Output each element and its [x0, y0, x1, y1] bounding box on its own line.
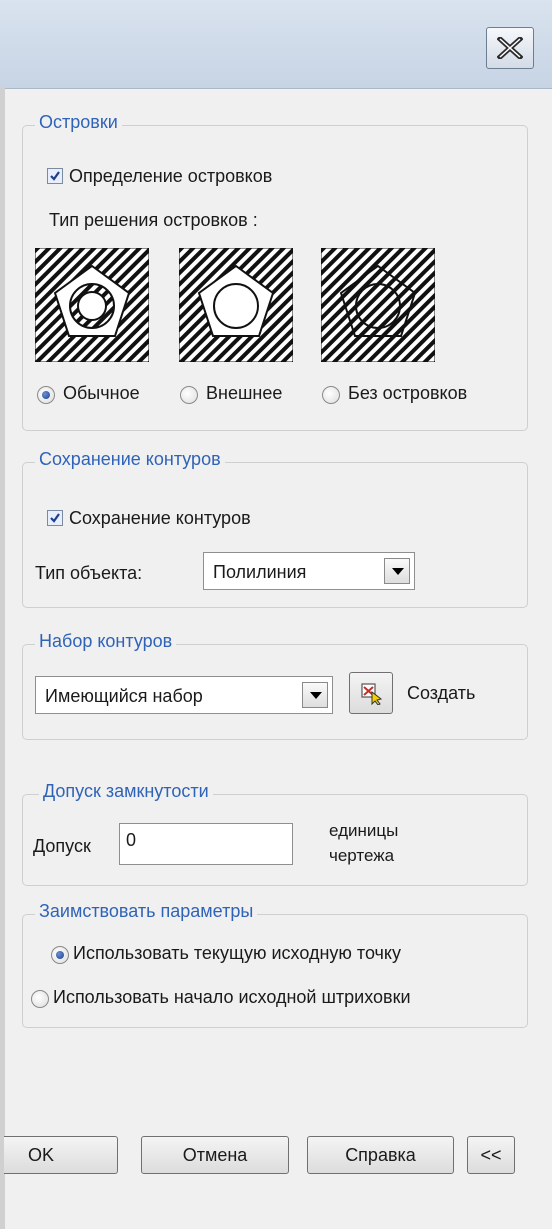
retain-boundaries-checkbox[interactable]: Сохранение контуров — [47, 508, 327, 530]
use-source-hatch-origin-radio[interactable]: Использовать начало исходной штриховки — [31, 987, 527, 1011]
use-current-origin-label: Использовать текущую исходную точку — [73, 943, 402, 963]
tolerance-input[interactable]: 0 — [119, 823, 293, 865]
collapse-label: << — [480, 1144, 502, 1165]
use-current-origin-radio[interactable]: Использовать текущую исходную точку — [51, 943, 521, 967]
gap-tolerance-group: Допуск замкнутости Допуск 0 единицы черт… — [22, 781, 528, 886]
object-type-value: Полилиния — [213, 562, 307, 582]
use-source-hatch-origin-label: Использовать начало исходной штриховки — [53, 987, 411, 1007]
checkmark-icon — [50, 513, 60, 523]
chevron-down-icon[interactable] — [384, 558, 410, 584]
collapse-button[interactable]: << — [467, 1136, 515, 1174]
boundary-set-group: Набор контуров Имеющийся набор Создать — [22, 631, 528, 740]
retain-boundaries-label: Сохранение контуров — [69, 508, 251, 528]
island-ignore-radio[interactable]: Без островков — [322, 383, 512, 407]
cancel-button[interactable]: Отмена — [141, 1136, 289, 1174]
tolerance-value: 0 — [126, 830, 137, 850]
island-detection-label: Определение островков — [69, 166, 273, 186]
help-button[interactable]: Справка — [307, 1136, 454, 1174]
select-objects-icon — [361, 683, 383, 705]
radio-dot — [56, 951, 64, 959]
island-outer-icon[interactable] — [179, 248, 293, 362]
island-detection-check[interactable] — [47, 168, 63, 184]
island-style-label: Тип решения островков : — [49, 210, 258, 230]
islands-legend: Островки — [35, 112, 122, 133]
islands-group: Островки Определение островков Тип решен… — [22, 112, 528, 431]
island-ignore-icon[interactable] — [321, 248, 435, 362]
island-ignore-label: Без островков — [348, 383, 468, 403]
island-normal-icon[interactable] — [35, 248, 149, 362]
ok-label: OK — [28, 1144, 55, 1165]
island-outer-radio[interactable]: Внешнее — [180, 383, 310, 407]
tolerance-units-line2: чертежа — [329, 846, 395, 865]
close-button[interactable] — [486, 27, 534, 69]
object-type-label: Тип объекта: — [35, 563, 143, 583]
chevron-down-icon[interactable] — [302, 682, 328, 708]
help-label: Справка — [345, 1144, 416, 1165]
radio-button[interactable] — [31, 990, 49, 1008]
gap-tolerance-legend: Допуск замкнутости — [39, 781, 213, 802]
new-boundary-set-label: Создать — [407, 683, 476, 703]
new-boundary-set-button[interactable] — [349, 672, 393, 714]
radio-dot — [42, 391, 50, 399]
object-type-select[interactable]: Полилиния — [203, 552, 415, 590]
boundary-set-value: Имеющийся набор — [45, 686, 203, 706]
retain-boundaries-group: Сохранение контуров Сохранение контуров … — [22, 449, 528, 608]
inherit-options-group: Заимствовать параметры Использовать теку… — [22, 901, 528, 1028]
inherit-options-legend: Заимствовать параметры — [35, 901, 258, 922]
island-outer-label: Внешнее — [206, 383, 283, 403]
radio-button[interactable] — [180, 386, 198, 404]
ok-button[interactable]: OK — [4, 1136, 118, 1174]
title-bar — [0, 0, 552, 89]
tolerance-units-line1: единицы — [329, 821, 399, 840]
island-normal-radio[interactable]: Обычное — [37, 383, 167, 407]
cancel-label: Отмена — [182, 1144, 248, 1165]
retain-boundaries-legend: Сохранение контуров — [35, 449, 225, 470]
boundary-set-legend: Набор контуров — [35, 631, 177, 652]
radio-button[interactable] — [37, 386, 55, 404]
radio-button[interactable] — [51, 946, 69, 964]
island-normal-label: Обычное — [63, 383, 140, 403]
close-x-icon — [497, 37, 523, 59]
checkmark-icon — [50, 171, 60, 181]
retain-boundaries-check[interactable] — [47, 510, 63, 526]
boundary-set-select[interactable]: Имеющийся набор — [35, 676, 333, 714]
tolerance-label: Допуск — [33, 836, 91, 856]
island-detection-checkbox[interactable]: Определение островков — [47, 166, 357, 188]
radio-button[interactable] — [322, 386, 340, 404]
left-panel-edge — [0, 88, 5, 1229]
